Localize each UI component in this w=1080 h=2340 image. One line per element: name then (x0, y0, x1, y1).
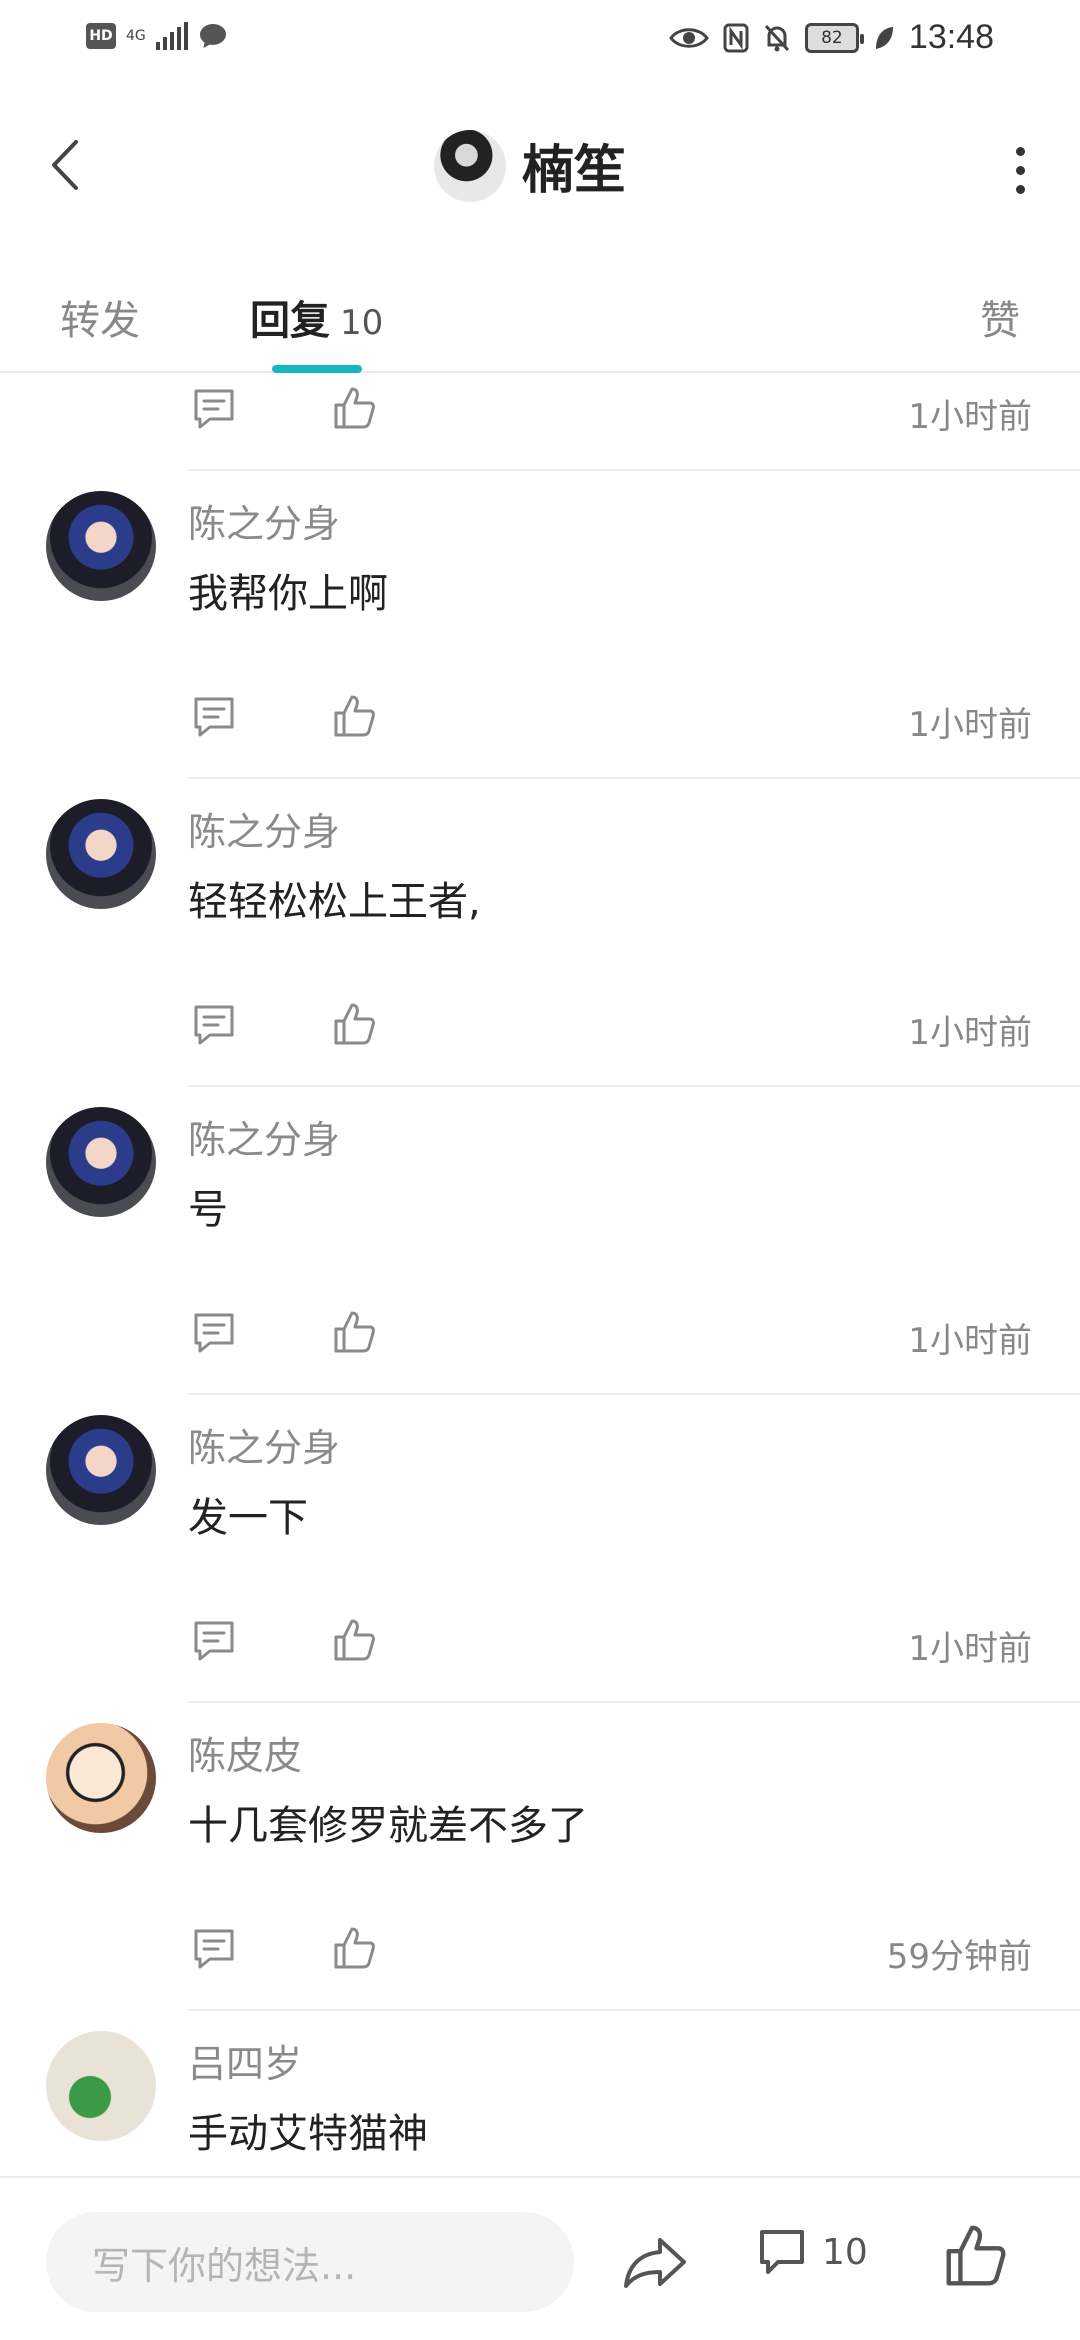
network-type: 4G (126, 28, 146, 44)
comment-count: 10 (822, 2231, 868, 2273)
avatar[interactable] (46, 1107, 156, 1217)
comment-text: 手动艾特猫神 (188, 2111, 428, 2157)
back-button[interactable] (40, 130, 90, 200)
avatar[interactable] (46, 2031, 156, 2141)
hd-badge: HD (86, 23, 116, 49)
comment-text: 发一下 (188, 1495, 308, 1541)
comment-text: 号 (188, 1187, 228, 1233)
avatar[interactable] (434, 129, 506, 202)
comment-item[interactable]: 陈之分身 轻轻松松上王者, (0, 631, 1080, 939)
tab-bar: 转发 回复 10 赞 (0, 250, 1080, 373)
leaf-icon (875, 26, 893, 49)
comment-icon (760, 2230, 804, 2274)
tab-forward[interactable]: 转发 (60, 288, 140, 346)
tab-indicator (272, 365, 362, 373)
bottom-bar: 写下你的想法... 10 (0, 2176, 1080, 2340)
comments-button[interactable]: 10 (756, 2226, 868, 2278)
comment-author[interactable]: 陈皮皮 (188, 1725, 302, 1780)
status-right: 82 13:48 (669, 18, 994, 57)
clock: 13:48 (908, 18, 994, 56)
message-notification-icon (199, 24, 226, 48)
like-icon[interactable] (940, 2222, 1010, 2292)
tab-like[interactable]: 赞 (980, 288, 1020, 346)
title-wrap[interactable]: 楠笙 (434, 128, 626, 203)
tab-reply-label: 回复 (250, 298, 330, 344)
comment-text: 十几套修罗就差不多了 (188, 1803, 588, 1849)
comment-item[interactable]: 陈之分身 发一下 (0, 1247, 1080, 1555)
signal-icon (155, 22, 188, 50)
comment-item[interactable]: 陈之分身 号 (0, 939, 1080, 1247)
more-vertical-icon (1015, 146, 1025, 156)
avatar[interactable] (46, 491, 156, 601)
avatar[interactable] (46, 1415, 156, 1525)
comment-author[interactable]: 陈之分身 (188, 801, 340, 856)
comment-item[interactable]: 吕四岁 手动艾特猫神 (0, 1863, 1080, 2171)
tab-reply-count: 10 (340, 303, 384, 343)
comment-author[interactable]: 陈之分身 (188, 1417, 340, 1472)
comment-text: 我帮你上啊 (188, 571, 388, 617)
tab-reply[interactable]: 回复 10 (250, 288, 383, 346)
more-button[interactable] (1000, 140, 1040, 200)
share-icon[interactable] (620, 2232, 690, 2292)
back-arrow-icon (52, 140, 78, 190)
header: 楠笙 (0, 80, 1080, 250)
status-left: HD 4G (86, 22, 228, 50)
comment-item[interactable]: 陈皮皮 十几套修罗就差不多了 (0, 1555, 1080, 1863)
avatar[interactable] (46, 799, 156, 909)
comment-item[interactable]: 陈之分身 我帮你上啊 (0, 375, 1080, 631)
battery-icon: 82 (804, 22, 864, 53)
comment-input[interactable]: 写下你的想法... (46, 2212, 574, 2312)
status-bar: HD 4G 82 13:48 (0, 0, 1080, 80)
comment-author[interactable]: 陈之分身 (188, 493, 340, 548)
mute-bell-icon (764, 24, 790, 51)
comment-list[interactable]: 1小时前 陈之分身 我帮你上啊 1小时前 陈之分身 轻轻松松上王者, 1小时前 (0, 375, 1080, 2175)
comment-author[interactable]: 吕四岁 (188, 2033, 302, 2088)
page-title: 楠笙 (522, 141, 627, 201)
avatar[interactable] (46, 1723, 156, 1833)
comment-text: 轻轻松松上王者, (188, 879, 481, 925)
comment-author[interactable]: 陈之分身 (188, 1109, 340, 1164)
eye-icon (669, 27, 709, 48)
nfc-icon (723, 23, 749, 52)
